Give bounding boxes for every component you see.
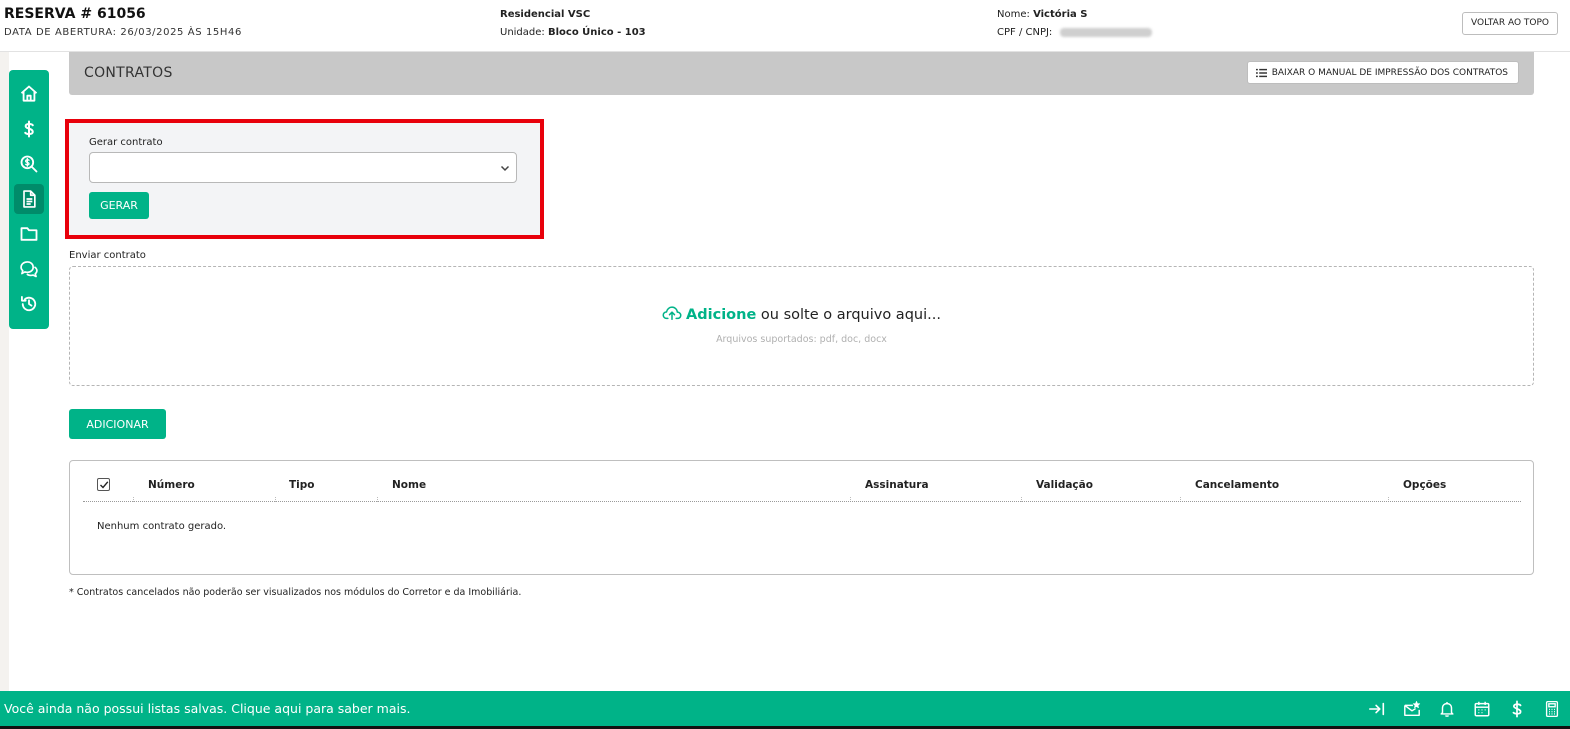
back-to-top-button[interactable]: VOLTAR AO TOPO <box>1462 12 1558 35</box>
calculator-icon <box>1545 700 1559 718</box>
cancellation-footnote: * Contratos cancelados não poderão ser v… <box>69 587 522 598</box>
client-doc-blurred-value <box>1059 27 1152 37</box>
column-header-name[interactable]: Nome <box>392 479 426 491</box>
search-dollar-icon <box>20 155 38 173</box>
download-manual-label: BAIXAR O MANUAL DE IMPRESSÃO DOS CONTRAT… <box>1271 67 1508 78</box>
header-divider <box>83 501 1521 502</box>
drop-text: ou solte o arquivo aqui... <box>756 307 941 323</box>
dollar-icon <box>1512 700 1522 718</box>
column-header-validation[interactable]: Validação <box>1036 479 1093 491</box>
home-icon <box>20 85 38 102</box>
generate-button[interactable]: GERAR <box>89 192 149 219</box>
chevron-down-icon <box>500 165 510 172</box>
side-navigation <box>9 70 49 329</box>
folder-icon <box>20 227 38 241</box>
send-contract-label: Enviar contrato <box>69 250 146 261</box>
client-doc-label: CPF / CNPJ: <box>997 27 1053 38</box>
unit-label: Unidade: <box>500 27 545 38</box>
cloud-upload-icon <box>662 306 682 320</box>
calculator-button[interactable] <box>1542 699 1562 719</box>
generate-contract-panel: Gerar contrato GERAR <box>65 119 544 239</box>
unit-info: Unidade: Bloco Único - 103 <box>500 27 646 38</box>
document-icon <box>23 190 36 208</box>
collapse-right-button[interactable] <box>1367 699 1387 719</box>
file-dropzone[interactable]: Adicione ou solte o arquivo aqui... Arqu… <box>69 266 1534 386</box>
nav-analysis[interactable] <box>14 149 44 179</box>
column-header-number[interactable]: Número <box>148 479 195 491</box>
project-name: Residencial VSC <box>500 9 591 20</box>
financial-button[interactable] <box>1507 699 1527 719</box>
column-header-options: Opções <box>1403 479 1447 491</box>
notifications-button[interactable] <box>1437 699 1457 719</box>
collapse-right-icon <box>1368 702 1385 716</box>
nav-history[interactable] <box>14 289 44 319</box>
column-header-cancellation[interactable]: Cancelamento <box>1195 479 1279 491</box>
column-header-type[interactable]: Tipo <box>289 479 315 491</box>
bottom-bar: Você ainda não possui listas salvas. Cli… <box>0 691 1570 726</box>
chat-icon <box>20 261 38 278</box>
client-name: Nome: Victória S <box>997 9 1087 20</box>
empty-table-message: Nenhum contrato gerado. <box>97 521 227 532</box>
client-name-value: Victória S <box>1033 9 1088 20</box>
history-icon <box>21 296 37 312</box>
mail-star-icon <box>1404 700 1421 717</box>
bell-icon <box>1440 701 1454 717</box>
section-header: CONTRATOS BAIXAR O MANUAL DE IMPRESSÃO D… <box>69 52 1534 95</box>
section-title: CONTRATOS <box>84 65 173 81</box>
select-all-checkbox[interactable] <box>97 478 110 491</box>
dollar-icon <box>24 120 34 138</box>
generate-contract-label: Gerar contrato <box>89 137 163 148</box>
client-name-label: Nome: <box>997 9 1030 20</box>
nav-messages[interactable] <box>14 254 44 284</box>
mail-star-button[interactable] <box>1402 699 1422 719</box>
list-icon <box>1255 68 1267 77</box>
download-manual-button[interactable]: BAIXAR O MANUAL DE IMPRESSÃO DOS CONTRAT… <box>1246 61 1519 84</box>
unit-value: Bloco Único - 103 <box>547 27 646 38</box>
supported-formats: Arquivos suportados: pdf, doc, docx <box>716 334 887 345</box>
dropzone-message: Adicione ou solte o arquivo aqui... <box>70 305 1533 323</box>
contract-template-select[interactable] <box>89 152 517 183</box>
opening-date: DATA DE ABERTURA: 26/03/2025 ÀS 15H46 <box>4 27 242 38</box>
nav-home[interactable] <box>14 79 44 109</box>
nav-files[interactable] <box>14 219 44 249</box>
top-header: RESERVA # 61056 DATA DE ABERTURA: 26/03/… <box>0 0 1570 52</box>
contracts-table: Número Tipo Nome Assinatura Validação Ca… <box>69 460 1534 575</box>
add-contract-button[interactable]: ADICIONAR <box>69 409 166 439</box>
check-icon <box>100 481 109 489</box>
reservation-title: RESERVA # 61056 <box>4 6 146 22</box>
nav-financial[interactable] <box>14 114 44 144</box>
calendar-icon <box>1474 701 1490 717</box>
client-document: CPF / CNPJ: <box>997 27 1152 38</box>
nav-contracts[interactable] <box>14 184 44 214</box>
saved-lists-message[interactable]: Você ainda não possui listas salvas. Cli… <box>4 701 410 716</box>
column-header-signature[interactable]: Assinatura <box>865 479 929 491</box>
calendar-button[interactable] <box>1472 699 1492 719</box>
add-file-link[interactable]: Adicione <box>686 307 756 323</box>
